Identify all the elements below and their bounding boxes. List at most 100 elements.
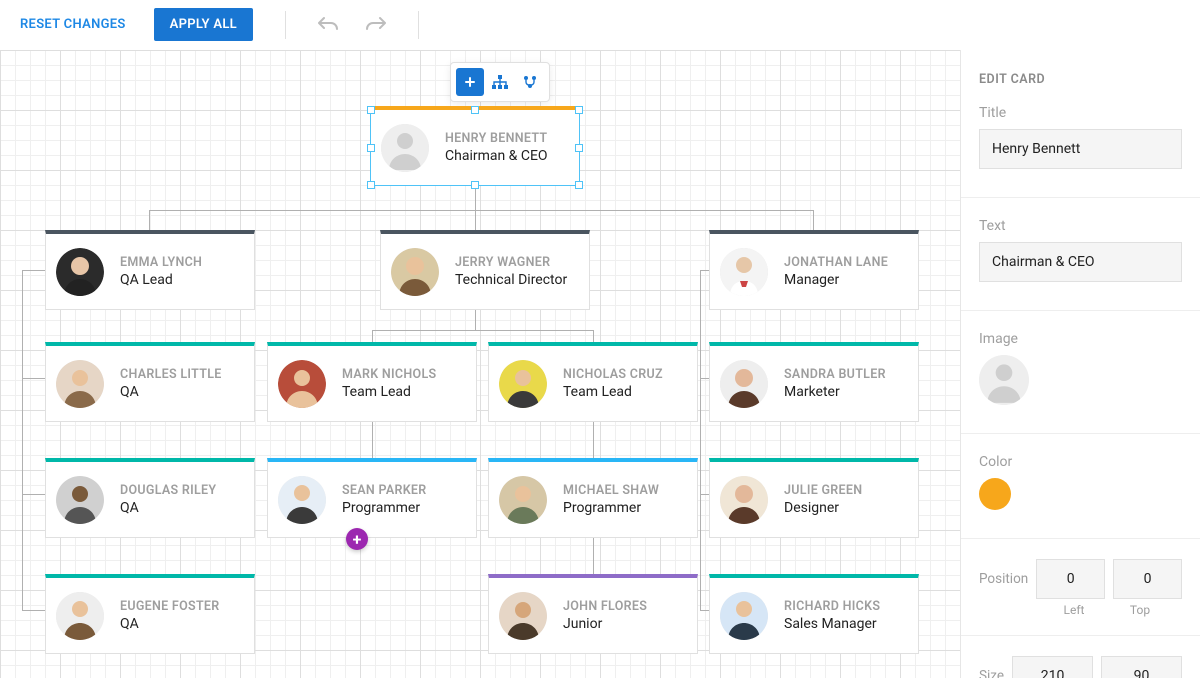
undo-icon[interactable] — [318, 14, 338, 35]
org-card[interactable]: EMMA LYNCH QA Lead — [45, 230, 255, 310]
connector — [593, 538, 594, 574]
reset-button[interactable]: RESET CHANGES — [20, 17, 126, 32]
org-card[interactable]: NICHOLAS CRUZTeam Lead — [488, 342, 698, 422]
org-card[interactable]: JOHN FLORES Junior — [488, 574, 698, 654]
size-height-input[interactable] — [1101, 656, 1182, 678]
card-role: QA Lead — [120, 272, 202, 288]
card-role: QA — [120, 616, 220, 632]
card-name: JERRY WAGNER — [455, 255, 567, 270]
connector — [372, 330, 373, 342]
org-card[interactable]: JULIE GREEN Designer — [709, 458, 919, 538]
resize-handle[interactable] — [367, 144, 375, 152]
add-child-button[interactable]: + — [346, 528, 368, 550]
avatar — [56, 360, 104, 408]
org-chart-canvas[interactable]: HENRY BENNETT Chairman & CEO EMMA LYNCH QA… — [0, 50, 960, 678]
image-picker[interactable] — [979, 355, 1029, 405]
avatar — [56, 476, 104, 524]
card-name: EUGENE FOSTER — [120, 599, 220, 614]
card-role: Team Lead — [342, 384, 436, 400]
panel-separator — [961, 197, 1200, 198]
card-name: SEAN PARKER — [342, 483, 427, 498]
connector — [372, 330, 594, 331]
org-card[interactable]: CHARLES LITTLEQA — [45, 342, 255, 422]
hierarchy-icon[interactable] — [486, 68, 514, 96]
resize-handle[interactable] — [367, 106, 375, 114]
position-label: Position — [979, 571, 1028, 587]
app-toolbar: RESET CHANGES APPLY ALL — [0, 0, 1200, 50]
org-card[interactable]: DOUGLAS RILEYQA — [45, 458, 255, 538]
connector — [813, 210, 814, 230]
card-context-toolbar — [450, 62, 550, 102]
avatar — [720, 360, 768, 408]
connector — [593, 422, 594, 458]
connector — [700, 270, 701, 610]
card-role: Manager — [784, 272, 888, 288]
card-name: JULIE GREEN — [784, 483, 862, 498]
card-name: EMMA LYNCH — [120, 255, 202, 270]
title-input[interactable] — [979, 129, 1182, 169]
resize-handle[interactable] — [575, 106, 583, 114]
connector — [149, 210, 814, 211]
org-card[interactable]: JERRY WAGNERTechnical Director — [380, 230, 590, 310]
panel-separator — [961, 538, 1200, 539]
card-role: Designer — [784, 500, 862, 516]
redo-icon[interactable] — [366, 14, 386, 35]
org-card[interactable]: EUGENE FOSTER QA — [45, 574, 255, 654]
connector — [593, 330, 594, 342]
card-name: JOHN FLORES — [563, 599, 647, 614]
org-card[interactable]: JONATHAN LANE Manager — [709, 230, 919, 310]
card-name: HENRY BENNETT — [445, 131, 548, 146]
avatar — [381, 124, 429, 172]
image-label: Image — [979, 331, 1182, 347]
org-card-root[interactable]: HENRY BENNETT Chairman & CEO — [370, 106, 580, 186]
avatar — [56, 592, 104, 640]
toolbar-separator — [285, 11, 286, 39]
panel-separator — [961, 433, 1200, 434]
position-left-input[interactable] — [1036, 559, 1105, 599]
edit-card-panel: EDIT CARD Title Text Image Color Positio… — [960, 50, 1200, 678]
resize-handle[interactable] — [575, 144, 583, 152]
card-role: Chairman & CEO — [445, 148, 548, 164]
card-role: Programmer — [563, 500, 659, 516]
org-card[interactable]: SANDRA BUTLERMarketer — [709, 342, 919, 422]
avatar — [391, 248, 439, 296]
resize-handle[interactable] — [471, 181, 479, 189]
connector — [475, 210, 476, 230]
toolbar-separator — [418, 11, 419, 39]
card-role: QA — [120, 500, 216, 516]
org-card[interactable]: MICHAEL SHAWProgrammer — [488, 458, 698, 538]
panel-separator — [961, 635, 1200, 636]
avatar — [278, 476, 326, 524]
title-label: Title — [979, 105, 1182, 121]
card-name: JONATHAN LANE — [784, 255, 888, 270]
color-swatch[interactable] — [979, 478, 1011, 510]
org-card[interactable]: MARK NICHOLSTeam Lead — [267, 342, 477, 422]
position-top-input[interactable] — [1113, 559, 1182, 599]
connector — [372, 422, 373, 458]
panel-heading: EDIT CARD — [979, 72, 1182, 87]
org-card[interactable]: SEAN PARKER Programmer — [267, 458, 477, 538]
card-name: CHARLES LITTLE — [120, 367, 222, 382]
add-card-button[interactable] — [456, 68, 484, 96]
connector — [149, 210, 150, 230]
position-left-sublabel: Left — [1045, 603, 1103, 617]
connector — [22, 378, 46, 379]
resize-handle[interactable] — [471, 106, 479, 114]
avatar — [720, 248, 768, 296]
card-role: Programmer — [342, 500, 427, 516]
avatar — [56, 248, 104, 296]
resize-handle[interactable] — [367, 181, 375, 189]
avatar — [278, 360, 326, 408]
undo-redo-group — [318, 14, 386, 35]
size-width-input[interactable] — [1012, 656, 1093, 678]
org-card[interactable]: RICHARD HICKSSales Manager — [709, 574, 919, 654]
card-name: RICHARD HICKS — [784, 599, 880, 614]
branch-icon[interactable] — [516, 68, 544, 96]
card-role: Team Lead — [563, 384, 663, 400]
connector — [22, 610, 46, 611]
text-input[interactable] — [979, 242, 1182, 282]
card-role: Junior — [563, 616, 647, 632]
connector — [22, 270, 46, 271]
resize-handle[interactable] — [575, 181, 583, 189]
apply-all-button[interactable]: APPLY ALL — [154, 8, 253, 41]
